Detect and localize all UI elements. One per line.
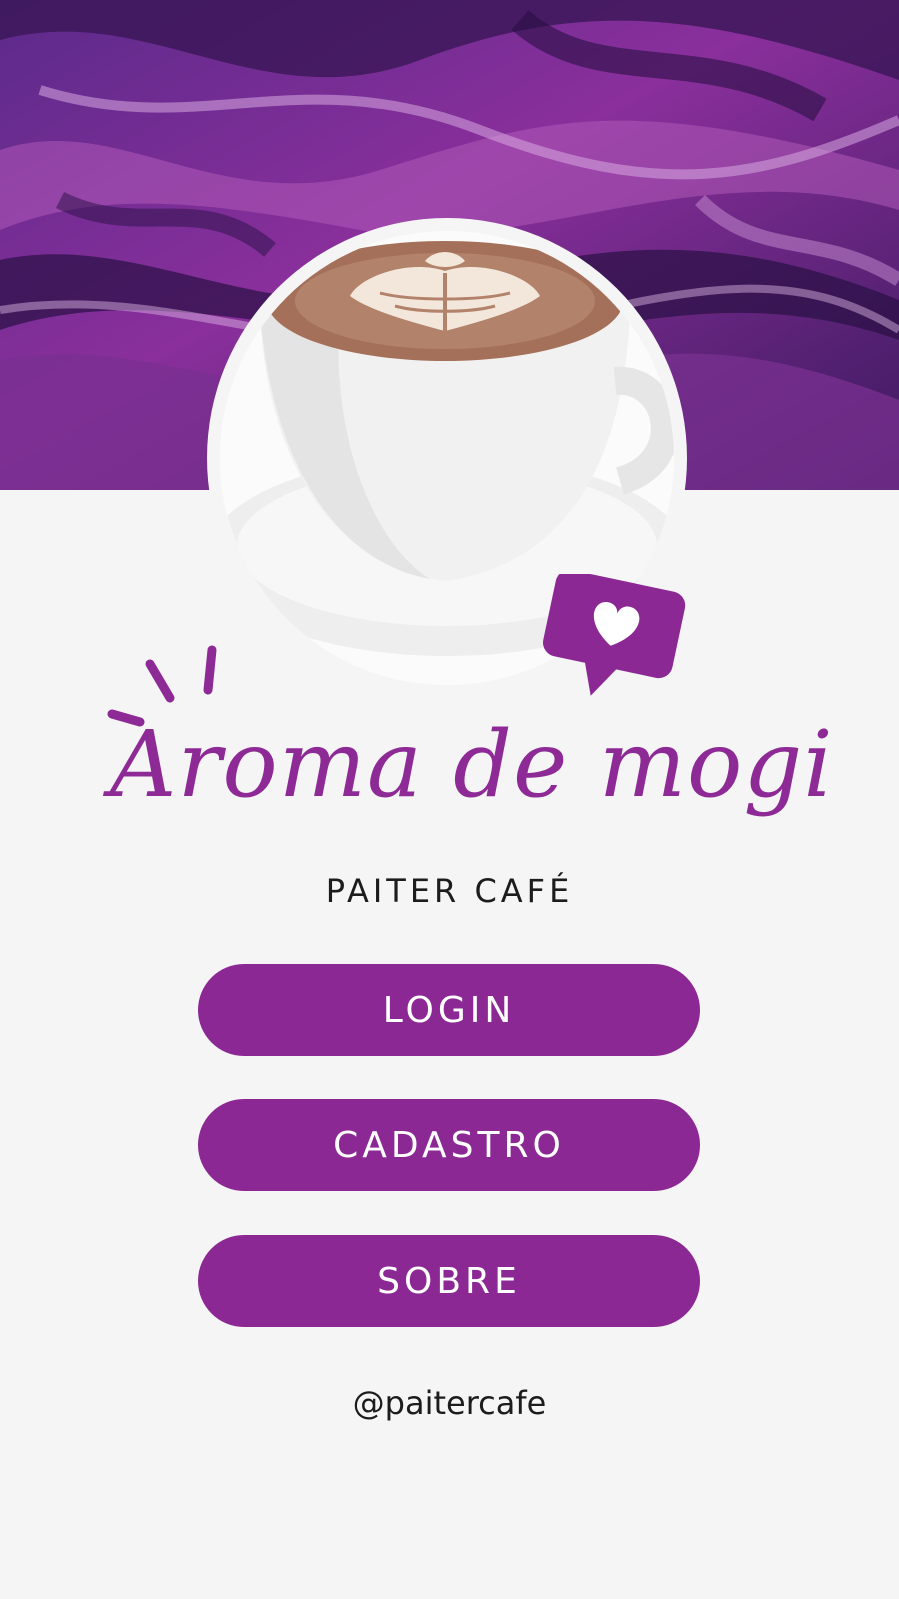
home-screen: Aroma de mogi PAITER CAFÉ LOGIN CADASTRO…: [0, 0, 899, 1599]
title-block: Aroma de mogi: [100, 640, 834, 880]
social-handle: @paitercafe: [352, 1384, 547, 1422]
cadastro-button[interactable]: CADASTRO: [198, 1099, 700, 1191]
login-button[interactable]: LOGIN: [198, 964, 700, 1056]
sobre-button[interactable]: SOBRE: [198, 1235, 700, 1327]
brand-subtitle: PAITER CAFÉ: [325, 872, 574, 910]
app-title: Aroma de mogi: [110, 711, 834, 818]
